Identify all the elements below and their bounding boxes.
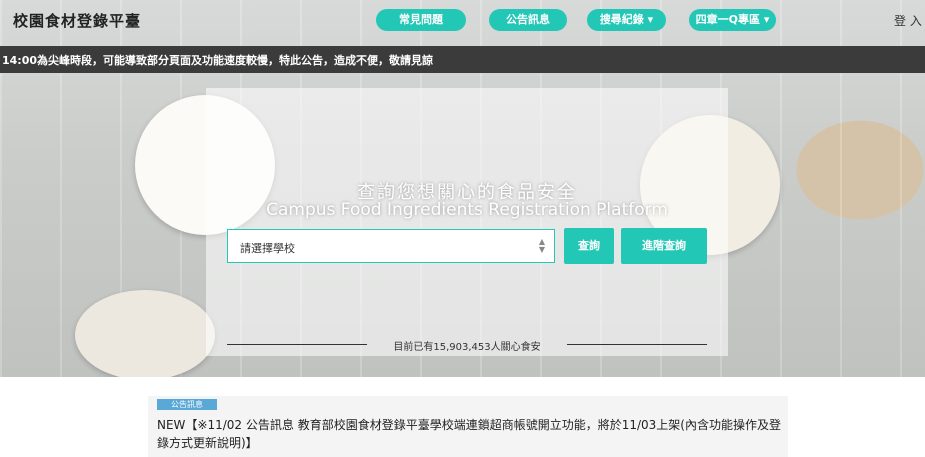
school-select[interactable]: 請選擇學校 ▲ ▼ [227, 229, 555, 263]
top-navigation: 校園食材登錄平臺 常見問題 公告訊息 搜尋紀錄 ▾ 四章一Q專區 ▾ 登 入 [0, 0, 925, 45]
search-panel: 查詢您想關心的食品安全 Campus Food Ingredients Regi… [206, 88, 728, 356]
ticker-text: 14:00為尖峰時段，可能導致部分頁面及功能速度較慢，特此公告，造成不便，敬請見… [2, 54, 434, 67]
search-button[interactable]: 查詢 [564, 228, 614, 264]
search-subline: Campus Food Ingredients Registration Pla… [266, 200, 668, 220]
login-link[interactable]: 登 入 [894, 12, 922, 29]
news-badge: 公告訊息 [157, 399, 217, 410]
advanced-search-button[interactable]: 進階查詢 [621, 228, 707, 264]
nav-announcements-button[interactable]: 公告訊息 [489, 9, 567, 31]
news-text[interactable]: NEW【※11/02 公告訊息 教育部校園食材登錄平臺學校端連鎖超商帳號開立功能… [157, 416, 782, 452]
visitor-counter: 目前已有15,903,453人關心食安 [393, 342, 541, 353]
news-item[interactable]: 公告訊息 NEW【※11/02 公告訊息 教育部校園食材登錄平臺學校端連鎖超商帳… [148, 396, 788, 457]
school-select-value: 請選擇學校 [240, 242, 295, 255]
select-arrows-icon: ▲ ▼ [538, 237, 545, 254]
nav-special-zone-dropdown[interactable]: 四章一Q專區 ▾ [689, 9, 776, 31]
bowl-image [75, 290, 215, 377]
divider-right [567, 344, 707, 345]
nav-faq-button[interactable]: 常見問題 [376, 9, 466, 31]
site-title[interactable]: 校園食材登錄平臺 [13, 10, 141, 31]
nav-search-history-dropdown[interactable]: 搜尋紀錄 ▾ [587, 9, 666, 31]
announcement-ticker: 14:00為尖峰時段，可能導致部分頁面及功能速度較慢，特此公告，造成不便，敬請見… [0, 46, 925, 73]
